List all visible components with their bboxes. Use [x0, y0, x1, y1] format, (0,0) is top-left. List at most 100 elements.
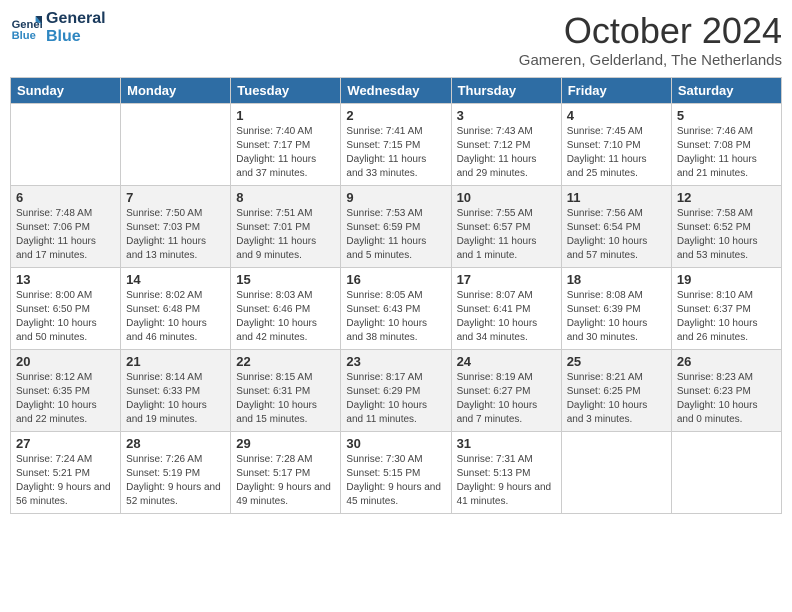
day-number: 1 [236, 108, 335, 123]
day-number: 7 [126, 190, 225, 205]
day-info: Sunrise: 8:10 AM Sunset: 6:37 PM Dayligh… [677, 289, 776, 345]
location-subtitle: Gameren, Gelderland, The Netherlands [519, 52, 782, 69]
day-number: 15 [236, 272, 335, 287]
calendar-cell: 4 Sunrise: 7:45 AM Sunset: 7:10 PM Daylig… [561, 104, 671, 186]
day-info: Sunrise: 8:21 AM Sunset: 6:25 PM Dayligh… [567, 371, 666, 427]
day-number: 20 [16, 354, 115, 369]
col-header-saturday: Saturday [671, 78, 781, 104]
calendar-cell [671, 432, 781, 514]
col-header-thursday: Thursday [451, 78, 561, 104]
calendar-cell: 21Sunrise: 8:14 AM Sunset: 6:33 PM Dayli… [121, 350, 231, 432]
day-number: 13 [16, 272, 115, 287]
day-number: 29 [236, 436, 335, 451]
calendar-cell: 5Sunrise: 7:46 AM Sunset: 7:08 PM Daylig… [671, 104, 781, 186]
calendar-cell: 19 Sunrise: 8:10 AM Sunset: 6:37 PM Dayli… [671, 268, 781, 350]
day-info: Sunrise: 8:08 AM Sunset: 6:39 PM Dayligh… [567, 289, 666, 345]
calendar-body: 1 Sunrise: 7:40 AM Sunset: 7:17 PM Daylig… [11, 104, 782, 514]
calendar-cell: 27 Sunrise: 7:24 AM Sunset: 5:21 PM Dayli… [11, 432, 121, 514]
day-number: 24 [457, 354, 556, 369]
day-info: Sunrise: 7:50 AM Sunset: 7:03 PM Dayligh… [126, 207, 225, 263]
day-info: Sunrise: 7:30 AM Sunset: 5:15 PM Dayligh… [346, 453, 445, 509]
day-number: 30 [346, 436, 445, 451]
day-info: Sunrise: 7:28 AM Sunset: 5:17 PM Dayligh… [236, 453, 335, 509]
day-info: Sunrise: 8:19 AM Sunset: 6:27 PM Dayligh… [457, 371, 556, 427]
day-info: Sunrise: 8:03 AM Sunset: 6:46 PM Dayligh… [236, 289, 335, 345]
calendar-cell: 2 Sunrise: 7:41 AM Sunset: 7:15 PM Daylig… [341, 104, 451, 186]
calendar-cell: 12Sunrise: 7:58 AM Sunset: 6:52 PM Dayli… [671, 186, 781, 268]
day-number: 27 [16, 436, 115, 451]
day-number: 31 [457, 436, 556, 451]
day-number: 18 [567, 272, 666, 287]
calendar-week-1: 1 Sunrise: 7:40 AM Sunset: 7:17 PM Daylig… [11, 104, 782, 186]
day-info: Sunrise: 8:15 AM Sunset: 6:31 PM Dayligh… [236, 371, 335, 427]
calendar-cell: 28 Sunrise: 7:26 AM Sunset: 5:19 PM Dayli… [121, 432, 231, 514]
calendar-week-5: 27 Sunrise: 7:24 AM Sunset: 5:21 PM Dayli… [11, 432, 782, 514]
calendar-cell: 8 Sunrise: 7:51 AM Sunset: 7:01 PM Daylig… [231, 186, 341, 268]
logo-icon: General Blue [10, 12, 42, 44]
calendar-cell [121, 104, 231, 186]
day-number: 22 [236, 354, 335, 369]
svg-text:Blue: Blue [12, 30, 36, 42]
calendar-cell [11, 104, 121, 186]
page-header: General Blue General Blue October 2024 G… [10, 10, 782, 69]
day-info: Sunrise: 7:51 AM Sunset: 7:01 PM Dayligh… [236, 207, 335, 263]
day-info: Sunrise: 7:40 AM Sunset: 7:17 PM Dayligh… [236, 125, 335, 181]
calendar-week-2: 6Sunrise: 7:48 AM Sunset: 7:06 PM Daylig… [11, 186, 782, 268]
calendar-week-4: 20Sunrise: 8:12 AM Sunset: 6:35 PM Dayli… [11, 350, 782, 432]
day-info: Sunrise: 7:24 AM Sunset: 5:21 PM Dayligh… [16, 453, 115, 509]
day-number: 5 [677, 108, 776, 123]
day-info: Sunrise: 8:00 AM Sunset: 6:50 PM Dayligh… [16, 289, 115, 345]
day-number: 21 [126, 354, 225, 369]
day-info: Sunrise: 7:56 AM Sunset: 6:54 PM Dayligh… [567, 207, 666, 263]
calendar-cell: 17 Sunrise: 8:07 AM Sunset: 6:41 PM Dayli… [451, 268, 561, 350]
calendar-table: SundayMondayTuesdayWednesdayThursdayFrid… [10, 77, 782, 514]
calendar-cell: 18 Sunrise: 8:08 AM Sunset: 6:39 PM Dayli… [561, 268, 671, 350]
calendar-cell: 9Sunrise: 7:53 AM Sunset: 6:59 PM Daylig… [341, 186, 451, 268]
logo: General Blue General Blue [10, 10, 106, 45]
day-info: Sunrise: 8:23 AM Sunset: 6:23 PM Dayligh… [677, 371, 776, 427]
calendar-week-3: 13 Sunrise: 8:00 AM Sunset: 6:50 PM Dayli… [11, 268, 782, 350]
day-number: 2 [346, 108, 445, 123]
calendar-cell: 16Sunrise: 8:05 AM Sunset: 6:43 PM Dayli… [341, 268, 451, 350]
calendar-cell: 7 Sunrise: 7:50 AM Sunset: 7:03 PM Daylig… [121, 186, 231, 268]
day-number: 28 [126, 436, 225, 451]
day-info: Sunrise: 7:26 AM Sunset: 5:19 PM Dayligh… [126, 453, 225, 509]
day-info: Sunrise: 7:41 AM Sunset: 7:15 PM Dayligh… [346, 125, 445, 181]
calendar-cell: 20Sunrise: 8:12 AM Sunset: 6:35 PM Dayli… [11, 350, 121, 432]
calendar-cell: 31 Sunrise: 7:31 AM Sunset: 5:13 PM Dayli… [451, 432, 561, 514]
day-number: 8 [236, 190, 335, 205]
calendar-cell: 23 Sunrise: 8:17 AM Sunset: 6:29 PM Dayli… [341, 350, 451, 432]
day-number: 23 [346, 354, 445, 369]
day-number: 4 [567, 108, 666, 123]
day-number: 12 [677, 190, 776, 205]
day-number: 6 [16, 190, 115, 205]
calendar-cell: 11 Sunrise: 7:56 AM Sunset: 6:54 PM Dayli… [561, 186, 671, 268]
month-title: October 2024 [519, 10, 782, 52]
day-info: Sunrise: 8:02 AM Sunset: 6:48 PM Dayligh… [126, 289, 225, 345]
calendar-cell: 22 Sunrise: 8:15 AM Sunset: 6:31 PM Dayli… [231, 350, 341, 432]
calendar-cell: 30 Sunrise: 7:30 AM Sunset: 5:15 PM Dayli… [341, 432, 451, 514]
day-number: 16 [346, 272, 445, 287]
day-info: Sunrise: 7:31 AM Sunset: 5:13 PM Dayligh… [457, 453, 556, 509]
title-block: October 2024 Gameren, Gelderland, The Ne… [519, 10, 782, 69]
calendar-cell: 3Sunrise: 7:43 AM Sunset: 7:12 PM Daylig… [451, 104, 561, 186]
day-number: 17 [457, 272, 556, 287]
col-header-friday: Friday [561, 78, 671, 104]
calendar-header-row: SundayMondayTuesdayWednesdayThursdayFrid… [11, 78, 782, 104]
calendar-cell [561, 432, 671, 514]
day-info: Sunrise: 8:07 AM Sunset: 6:41 PM Dayligh… [457, 289, 556, 345]
day-info: Sunrise: 7:45 AM Sunset: 7:10 PM Dayligh… [567, 125, 666, 181]
day-number: 11 [567, 190, 666, 205]
day-info: Sunrise: 7:53 AM Sunset: 6:59 PM Dayligh… [346, 207, 445, 263]
col-header-monday: Monday [121, 78, 231, 104]
day-number: 10 [457, 190, 556, 205]
calendar-cell: 29 Sunrise: 7:28 AM Sunset: 5:17 PM Dayli… [231, 432, 341, 514]
calendar-cell: 6Sunrise: 7:48 AM Sunset: 7:06 PM Daylig… [11, 186, 121, 268]
day-number: 26 [677, 354, 776, 369]
day-info: Sunrise: 8:17 AM Sunset: 6:29 PM Dayligh… [346, 371, 445, 427]
day-number: 19 [677, 272, 776, 287]
day-info: Sunrise: 7:55 AM Sunset: 6:57 PM Dayligh… [457, 207, 556, 263]
day-number: 3 [457, 108, 556, 123]
col-header-wednesday: Wednesday [341, 78, 451, 104]
col-header-tuesday: Tuesday [231, 78, 341, 104]
